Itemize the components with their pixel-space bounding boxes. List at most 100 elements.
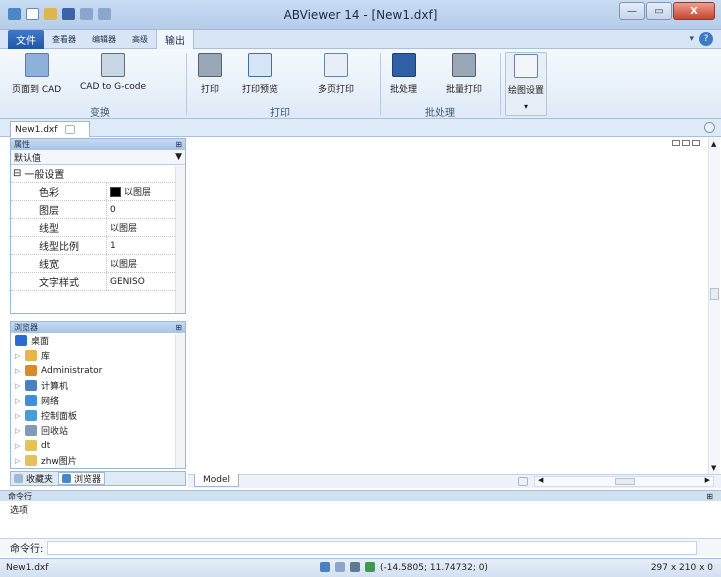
- tab-editor[interactable]: 编辑器: [84, 30, 124, 49]
- control-panel-icon: [25, 410, 37, 421]
- properties-selector[interactable]: 默认值 ▼: [11, 150, 185, 165]
- ribbon-style-button[interactable]: ▾: [689, 34, 694, 44]
- property-section[interactable]: ⊟ 一般设置: [11, 165, 185, 183]
- tree-item-label: 控制面板: [41, 412, 78, 422]
- window-controls: — ▭ X: [619, 2, 715, 20]
- expand-icon[interactable]: ▷: [15, 382, 21, 390]
- multipage-print-icon: [324, 53, 348, 77]
- close-tab-icon[interactable]: [65, 125, 76, 134]
- tab-file[interactable]: 文件: [8, 29, 44, 49]
- tab-favorites[interactable]: 收藏夹: [11, 472, 56, 485]
- snap-icon[interactable]: [320, 562, 330, 572]
- tree-item-label: 库: [41, 352, 51, 362]
- scroll-up-icon[interactable]: ▲: [711, 140, 716, 148]
- expand-icon[interactable]: ▷: [15, 352, 21, 360]
- cad-to-gcode-button[interactable]: CAD to G-code: [80, 53, 146, 92]
- tab-output[interactable]: 输出: [156, 29, 194, 49]
- group-label-batch: 批处理: [425, 108, 455, 119]
- tree-item[interactable]: ▷ Administrator: [11, 363, 185, 378]
- expand-icon[interactable]: ▷: [15, 397, 21, 405]
- user-icon: [25, 365, 37, 376]
- tab-viewer[interactable]: 查看器: [44, 30, 84, 49]
- page-to-cad-icon: [24, 53, 49, 77]
- tree-item[interactable]: ▷ 库: [11, 348, 185, 363]
- close-canvas-icon[interactable]: [692, 140, 700, 146]
- vertical-scrollbar[interactable]: ▲ ▼: [708, 138, 720, 474]
- scroll-right-icon[interactable]: ▶: [705, 476, 710, 484]
- library-icon: [25, 350, 37, 361]
- hscroll-thumb[interactable]: [615, 478, 635, 485]
- grid-icon[interactable]: [335, 562, 345, 572]
- command-output: 选项: [0, 501, 721, 538]
- pin-icon[interactable]: ⊞: [175, 140, 182, 149]
- drawing-canvas[interactable]: [188, 138, 719, 474]
- paper-size: 297 x 210 x 0: [650, 563, 713, 573]
- pin-icon[interactable]: ⊞: [706, 492, 713, 501]
- help-icon[interactable]: ?: [699, 32, 713, 46]
- tree-item[interactable]: ▷ 回收站: [11, 423, 185, 438]
- plot-settings-button[interactable]: 绘图设置 ▾: [505, 52, 547, 116]
- horizontal-scrollbar[interactable]: ◀ ▶: [534, 476, 714, 487]
- status-bar: New1.dxf (-14.5805; 11.74732; 0) 297 x 2…: [0, 558, 721, 577]
- tab-browser[interactable]: 浏览器: [58, 472, 106, 485]
- tree-item[interactable]: 桌面: [11, 333, 185, 348]
- property-row-color[interactable]: 色彩 以图层: [11, 183, 185, 201]
- print-button[interactable]: 打印: [198, 53, 222, 95]
- command-input[interactable]: [47, 540, 698, 555]
- multipage-print-button[interactable]: 多页打印: [318, 53, 354, 95]
- expand-icon[interactable]: ▷: [15, 442, 21, 450]
- property-row-linetype-scale[interactable]: 线型比例 1: [11, 237, 185, 255]
- folder-tree: 桌面 ▷ 库 ▷ Administrator ▷ 计算机 ▷ 网络 ▷ 控制面板 ▷ 回收站 ▷ dt ▷ zh…: [11, 333, 185, 468]
- expand-icon[interactable]: ▷: [15, 427, 21, 435]
- tile-canvas-icon[interactable]: [682, 140, 690, 146]
- tab-model[interactable]: Model: [194, 474, 240, 487]
- collapse-icon[interactable]: ⊟: [13, 168, 21, 179]
- batch-button[interactable]: 批处理: [390, 53, 417, 95]
- chevron-down-icon: ▼: [175, 152, 182, 162]
- ortho-icon[interactable]: [350, 562, 360, 572]
- folder-icon: [25, 455, 37, 466]
- tree-item-label: 计算机: [41, 382, 69, 392]
- browser-scrollbar[interactable]: [175, 334, 185, 468]
- close-button[interactable]: X: [673, 2, 715, 20]
- document-tab[interactable]: New1.dxf: [10, 121, 90, 137]
- tab-list-icon[interactable]: [704, 122, 715, 133]
- tree-item-label: 桌面: [31, 337, 50, 347]
- tree-item-label: 回收站: [41, 427, 69, 437]
- property-row-linetype[interactable]: 线型 以图层: [11, 219, 185, 237]
- group-label-transform: 变换: [90, 108, 110, 119]
- tree-item[interactable]: ▷ 控制面板: [11, 408, 185, 423]
- browser-header: 浏览器 ⊞: [11, 322, 185, 333]
- scroll-left-icon[interactable]: ◀: [538, 476, 543, 484]
- expand-icon[interactable]: ▷: [15, 412, 21, 420]
- layout-options-icon[interactable]: [518, 477, 528, 486]
- minimize-button[interactable]: —: [619, 2, 645, 20]
- tree-item[interactable]: ▷ zhw图片: [11, 453, 185, 468]
- measure-icon[interactable]: [365, 562, 375, 572]
- batch-print-button[interactable]: 批量打印: [446, 53, 482, 95]
- page-to-cad-button[interactable]: 页面到 CAD: [12, 53, 61, 95]
- tree-item[interactable]: ▷ dt: [11, 438, 185, 453]
- plot-settings-icon: [514, 54, 538, 78]
- print-preview-button[interactable]: 打印预览: [242, 53, 278, 95]
- tree-item[interactable]: ▷ 计算机: [11, 378, 185, 393]
- property-row-lineweight[interactable]: 线宽 以图层: [11, 255, 185, 273]
- scroll-thumb[interactable]: [710, 288, 719, 300]
- tab-advanced[interactable]: 高级: [124, 30, 156, 49]
- printer-icon: [198, 53, 222, 77]
- pin-icon[interactable]: ⊞: [175, 323, 182, 332]
- snap-toggles: [320, 562, 375, 572]
- plot-settings-dropdown-arrow[interactable]: ▾: [524, 102, 528, 111]
- property-row-text-style[interactable]: 文字样式 GENISO: [11, 273, 185, 291]
- tree-item-label: zhw图片: [41, 457, 77, 467]
- properties-scrollbar[interactable]: [175, 166, 185, 313]
- status-file: New1.dxf: [6, 563, 49, 573]
- tree-item[interactable]: ▷ 网络: [11, 393, 185, 408]
- expand-icon[interactable]: ▷: [15, 367, 21, 375]
- property-row-layer[interactable]: 图层 0: [11, 201, 185, 219]
- maximize-button[interactable]: ▭: [646, 2, 672, 20]
- expand-icon[interactable]: ▷: [15, 457, 21, 465]
- restore-canvas-icon[interactable]: [672, 140, 680, 146]
- window-title: ABViewer 14 - [New1.dxf]: [283, 8, 438, 22]
- scroll-down-icon[interactable]: ▼: [711, 464, 716, 472]
